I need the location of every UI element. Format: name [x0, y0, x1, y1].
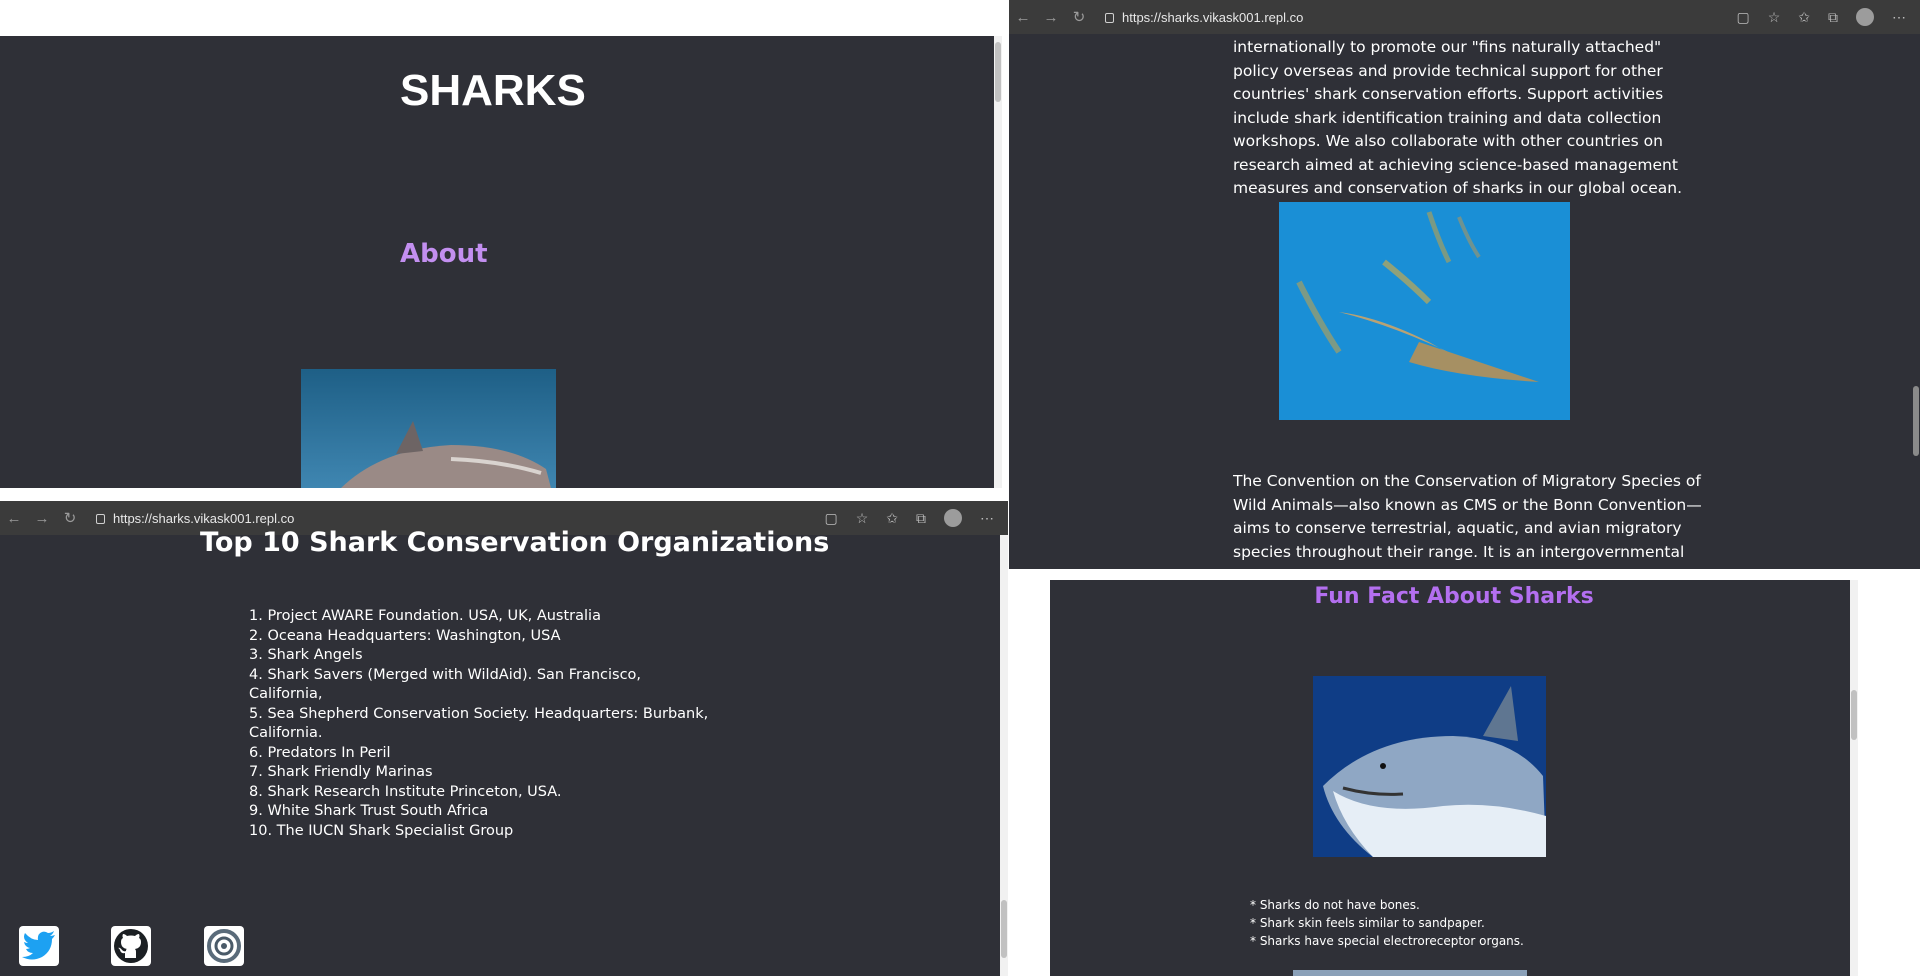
- more-menu-icon[interactable]: ⋯: [980, 510, 994, 527]
- refresh-icon[interactable]: ↻: [1065, 8, 1093, 26]
- favorites-icon[interactable]: ✩: [886, 510, 898, 527]
- list-item: * Sharks have special electroreceptor or…: [1250, 934, 1524, 948]
- address-text: https://sharks.vikask001.repl.co: [1122, 9, 1304, 25]
- organizations-list: 1. Project AWARE Foundation. USA, UK, Au…: [249, 607, 719, 841]
- top-left-scrollbar[interactable]: [994, 36, 1002, 488]
- tiger-shark-image: [301, 369, 556, 488]
- list-item: 7. Shark Friendly Marinas: [249, 764, 433, 780]
- list-item: 8. Shark Research Institute Princeton, U…: [249, 783, 562, 800]
- profile-icon[interactable]: [944, 509, 962, 527]
- read-aloud-icon[interactable]: ▢: [1736, 9, 1749, 26]
- favorites-icon[interactable]: ✩: [1798, 9, 1810, 26]
- collections-icon[interactable]: ⧉: [916, 510, 926, 527]
- list-item: 5. Sea Shepherd Conservation Society. He…: [249, 705, 709, 742]
- facts-list: * Sharks do not have bones. * Shark skin…: [1250, 896, 1524, 950]
- list-item: 9. White Shark Trust South Africa: [249, 803, 489, 819]
- twitter-icon[interactable]: [19, 926, 59, 966]
- top-left-page-pane: SHARKS About: [0, 36, 1002, 488]
- top-right-scrollbar[interactable]: [1912, 36, 1920, 569]
- forward-icon[interactable]: →: [1037, 9, 1065, 26]
- list-item: 4. Shark Savers (Merged with WildAid). S…: [249, 666, 642, 703]
- great-white-shark-image: [1313, 676, 1546, 857]
- back-icon[interactable]: ←: [0, 510, 28, 527]
- list-item: 1. Project AWARE Foundation. USA, UK, Au…: [249, 608, 601, 624]
- github-icon[interactable]: [111, 926, 151, 966]
- bottom-left-page-pane: ← → ↻ https://sharks.vikask001.repl.co ▢…: [0, 501, 1008, 976]
- fun-fact-heading: Fun Fact About Sharks: [1314, 584, 1594, 609]
- collections-icon[interactable]: ⧉: [1828, 9, 1838, 26]
- read-aloud-icon[interactable]: ▢: [824, 510, 837, 527]
- forward-icon[interactable]: →: [28, 510, 56, 527]
- list-item: * Sharks do not have bones.: [1250, 898, 1420, 912]
- list-item: 2. Oceana Headquarters: Washington, USA: [249, 627, 561, 644]
- favorite-icon[interactable]: ☆: [856, 510, 869, 527]
- refresh-icon[interactable]: ↻: [56, 509, 84, 527]
- list-item: * Shark skin feels similar to sandpaper.: [1250, 916, 1485, 930]
- profile-icon[interactable]: [1856, 8, 1874, 26]
- address-bar[interactable]: https://sharks.vikask001.repl.co: [96, 511, 294, 526]
- address-bar[interactable]: https://sharks.vikask001.repl.co: [1105, 10, 1303, 25]
- list-item: 6. Predators In Peril: [249, 744, 391, 761]
- about-heading: About: [400, 239, 488, 269]
- back-icon[interactable]: ←: [1009, 9, 1037, 26]
- conservation-paragraph: internationally to promote our "fins nat…: [1233, 38, 1683, 197]
- bottom-right-scrollbar[interactable]: [1850, 580, 1858, 976]
- more-menu-icon[interactable]: ⋯: [1892, 9, 1906, 26]
- list-item: 3. Shark Angels: [249, 647, 363, 663]
- cms-paragraph: The Convention on the Conservation of Mi…: [1233, 472, 1702, 561]
- lock-icon: [96, 514, 105, 524]
- site-title: SHARKS: [400, 66, 586, 115]
- organizations-heading: Top 10 Shark Conservation Organizations: [200, 527, 830, 558]
- bottom-left-scrollbar[interactable]: [1000, 535, 1008, 976]
- address-text: https://sharks.vikask001.repl.co: [113, 510, 295, 526]
- favorite-icon[interactable]: ☆: [1768, 9, 1781, 26]
- browser-toolbar: ← → ↻ https://sharks.vikask001.repl.co ▢…: [1009, 0, 1920, 34]
- lock-icon: [1105, 13, 1114, 23]
- shark-image-partial: [1293, 970, 1527, 976]
- bottom-right-page-pane: Fun Fact About Sharks * Sharks do not ha…: [1050, 580, 1858, 976]
- list-item: 10. The IUCN Shark Specialist Group: [249, 822, 514, 839]
- sharks-swimming-image: [1279, 202, 1570, 420]
- top-right-page-pane: ← → ↻ https://sharks.vikask001.repl.co ▢…: [1009, 0, 1920, 569]
- replit-icon[interactable]: [204, 926, 244, 966]
